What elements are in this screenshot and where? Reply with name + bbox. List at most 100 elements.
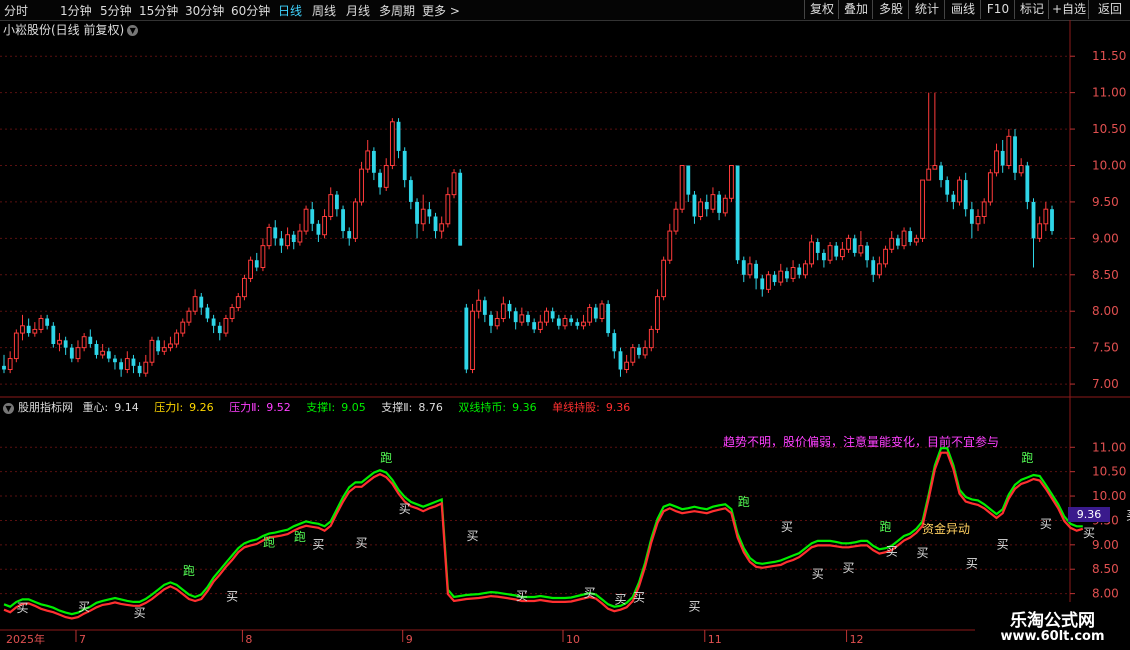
- candle-body: [797, 267, 802, 275]
- buy-signal-label: 买: [688, 600, 700, 614]
- indicator-name: 股朋指标网: [18, 401, 73, 414]
- candle-body: [248, 259, 253, 279]
- exit-signal-label: 跑: [380, 451, 392, 465]
- candle-body: [655, 296, 660, 330]
- candle-body: [945, 180, 950, 195]
- candle-body: [223, 318, 229, 334]
- buy-signal-label: 买: [134, 606, 146, 620]
- candle-body: [119, 362, 124, 370]
- candle-body: [637, 347, 641, 355]
- date-tick-label: 7: [79, 633, 86, 646]
- candle-body: [889, 237, 895, 250]
- candle-body: [686, 165, 691, 195]
- candle-body: [199, 296, 204, 308]
- candle-body: [371, 150, 376, 173]
- collapse-icon[interactable]: ▼: [3, 402, 14, 414]
- candle-body: [7, 358, 13, 371]
- exit-signal-label: 跑: [1021, 451, 1033, 465]
- candle-body: [334, 194, 339, 210]
- candle-body: [981, 201, 987, 218]
- candle-body: [667, 230, 673, 261]
- candle-body: [316, 223, 321, 235]
- candle-body: [106, 351, 111, 359]
- date-tick-label: 8: [245, 633, 252, 646]
- collapse-icon[interactable]: ▼: [127, 25, 139, 36]
- candle-body: [229, 307, 235, 320]
- price-tick-label: 10.00: [1092, 159, 1126, 173]
- candle-body: [526, 314, 530, 323]
- indicator-legend: ▼ 股朋指标网 重心: 9.14 压力Ⅰ: 9.26 压力Ⅱ: 9.52 支撑Ⅰ: 9.0…: [3, 399, 642, 415]
- candle-body: [785, 271, 789, 279]
- candle-body: [32, 328, 38, 334]
- indicator-tick-label: 10.50: [1092, 465, 1126, 479]
- candle-body: [569, 318, 574, 323]
- buy-signal-label: 买: [226, 589, 238, 603]
- candle-body: [575, 322, 580, 326]
- candle-body: [556, 318, 561, 326]
- candle-body: [1018, 165, 1024, 174]
- legend-resistance-2: 压力Ⅱ: 9.52: [229, 401, 291, 414]
- candle-body: [235, 296, 241, 309]
- candle-body: [359, 168, 364, 203]
- candle-body: [137, 365, 142, 374]
- candle-body: [544, 310, 549, 323]
- buy-signal-label: 买: [16, 601, 28, 615]
- candle-body: [217, 325, 222, 334]
- candle-body: [926, 168, 932, 181]
- candle-body: [291, 234, 296, 242]
- candle-body: [470, 310, 475, 371]
- exit-signal-label: 跑: [183, 564, 195, 578]
- buy-signal-label: 买: [399, 502, 411, 516]
- indicator-tick-label: 8.50: [1092, 562, 1119, 576]
- buy-signal-label: 买: [78, 600, 90, 614]
- candle-body: [747, 263, 753, 276]
- candle-body: [871, 260, 876, 275]
- candle-body: [963, 180, 968, 210]
- chart-canvas[interactable]: 11.50 11.00 10.50 10.00 9.50 9.00 8.50 8.00 7.50…: [0, 0, 1130, 650]
- watermark: 乐淘公式网 www.60lt.com: [975, 602, 1130, 650]
- candle-body: [143, 361, 149, 374]
- candle-body: [378, 172, 382, 188]
- candle-body: [969, 209, 974, 224]
- candle-body: [494, 318, 500, 327]
- candle-body: [402, 150, 407, 181]
- candle-body: [161, 347, 167, 352]
- candle-body: [908, 231, 913, 242]
- candle-body: [88, 336, 93, 344]
- candle-body: [242, 277, 247, 298]
- candle-body: [581, 321, 586, 327]
- candle-body: [698, 201, 704, 218]
- candle-body: [741, 260, 746, 275]
- candle-body: [562, 318, 568, 327]
- candle-body: [174, 332, 180, 345]
- candle-body: [100, 350, 106, 356]
- candle-body: [815, 242, 820, 253]
- candle-body: [507, 303, 512, 312]
- last-value-tag: 9.36: [1068, 507, 1110, 522]
- indicator-tick-label: 10.00: [1092, 489, 1126, 503]
- candle-body: [451, 172, 457, 196]
- candle-body: [618, 351, 623, 370]
- candle-body: [895, 238, 900, 246]
- date-tick-label: 9: [406, 633, 413, 646]
- candle-body: [254, 260, 259, 268]
- candle-body: [537, 321, 543, 330]
- candle-body: [180, 321, 186, 334]
- candle-body: [57, 339, 62, 345]
- candle-body: [920, 179, 925, 239]
- buy-signal-label: 买: [781, 520, 793, 534]
- candle-body: [168, 343, 173, 349]
- candle-body: [1031, 201, 1036, 239]
- candle-body: [913, 237, 919, 243]
- candle-body: [766, 274, 771, 290]
- candle-body: [38, 318, 44, 330]
- candle-body: [433, 216, 438, 232]
- buy-signal-label: 买: [1083, 526, 1095, 540]
- candle-body: [532, 322, 537, 330]
- candle-body: [365, 150, 371, 170]
- candle-body: [704, 201, 709, 210]
- buy-signal-label: 买: [966, 556, 978, 570]
- candle-body: [383, 165, 389, 188]
- candle-body: [279, 238, 284, 246]
- candle-body: [81, 336, 87, 349]
